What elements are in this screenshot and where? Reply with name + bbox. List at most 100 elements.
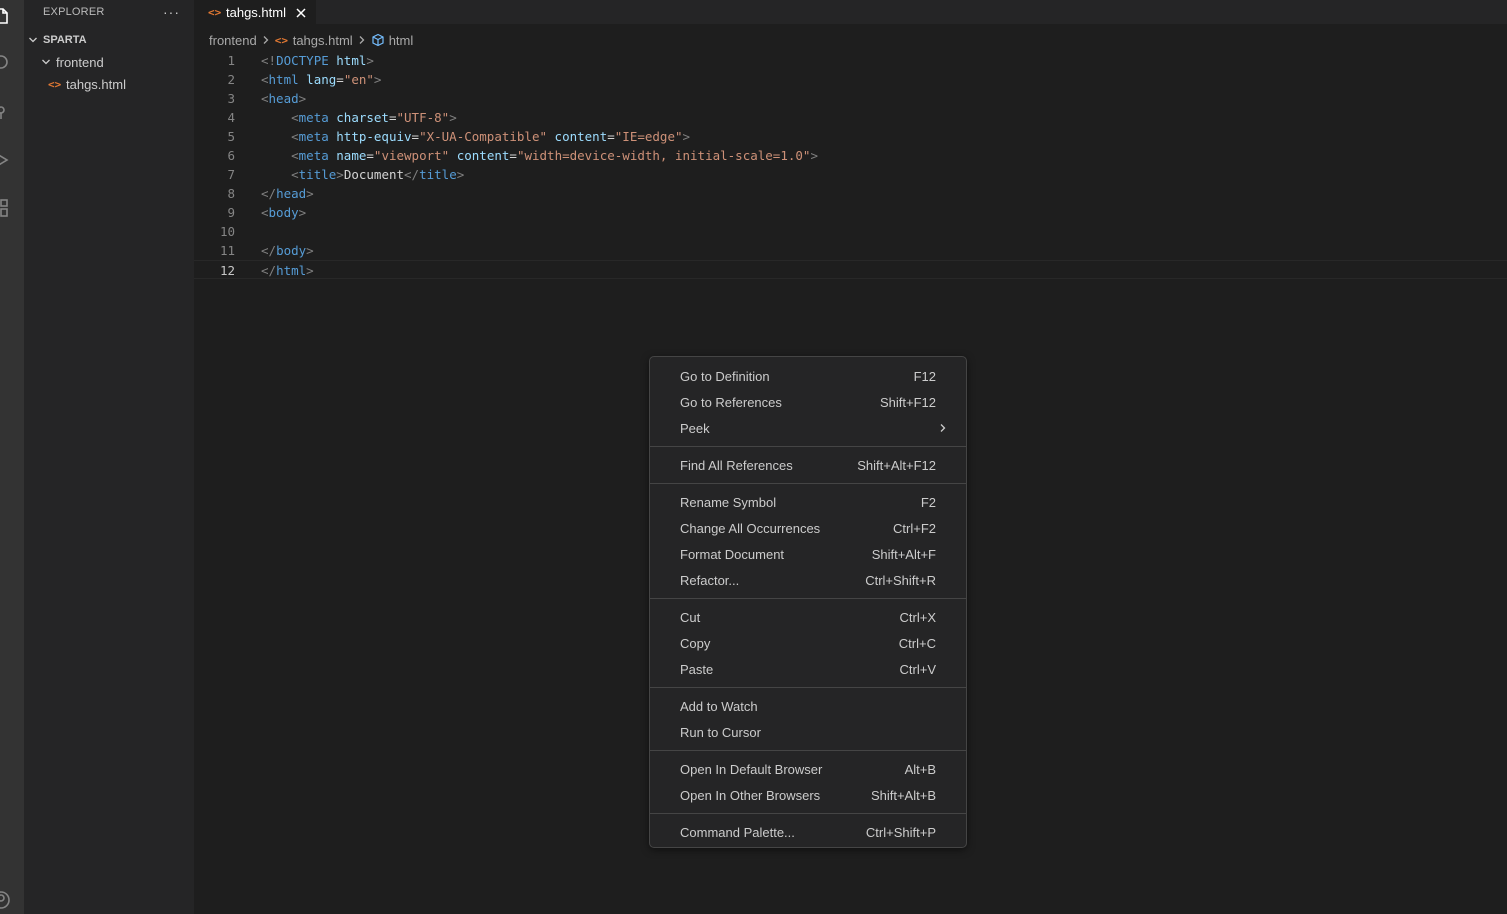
- code-line[interactable]: 3 <head>: [194, 89, 1507, 108]
- menu-item-add-to-watch[interactable]: Add to Watch: [650, 693, 966, 719]
- code-line[interactable]: 12 </html>: [194, 260, 1507, 279]
- workspace-section[interactable]: SPARTA: [24, 29, 194, 51]
- menu-item-label: Command Palette...: [680, 824, 795, 840]
- menu-item-label: Paste: [680, 661, 714, 677]
- code-line[interactable]: 9 <body>: [194, 203, 1507, 222]
- code-text: <meta charset="UTF-8">: [291, 110, 457, 125]
- line-number: 11: [219, 243, 235, 258]
- line-number: 5: [227, 129, 235, 144]
- code-line[interactable]: 4 <meta charset="UTF-8">: [194, 108, 1507, 127]
- code-line[interactable]: 7 <title>Document</title>: [194, 165, 1507, 184]
- code-text: </html>: [261, 263, 314, 278]
- menu-item-open-in-other-browsers[interactable]: Open In Other Browsers Shift+Alt+B: [650, 782, 966, 808]
- code-line[interactable]: 1 <!DOCTYPE html>: [194, 51, 1507, 70]
- menu-item-label: Change All Occurrences: [680, 520, 821, 536]
- code-line[interactable]: 6 <meta name="viewport" content="width=d…: [194, 146, 1507, 165]
- source-control-icon[interactable]: [0, 102, 11, 122]
- account-icon[interactable]: [0, 890, 11, 910]
- activity-bar: [0, 0, 24, 914]
- breadcrumb-file[interactable]: <> tahgs.html: [275, 33, 353, 48]
- run-debug-icon[interactable]: [0, 150, 11, 170]
- menu-item-open-in-default-browser[interactable]: Open In Default Browser Alt+B: [650, 756, 966, 782]
- menu-item-label: Open In Other Browsers: [680, 787, 821, 803]
- menu-item-label: Refactor...: [680, 572, 740, 588]
- code-text: </body>: [261, 243, 314, 258]
- file-label: tahgs.html: [66, 76, 126, 92]
- line-number: 9: [227, 205, 235, 220]
- more-actions-button[interactable]: ···: [163, 5, 180, 19]
- tab-bar: <> tahgs.html: [194, 0, 1507, 24]
- menu-item-go-to-definition[interactable]: Go to Definition F12: [650, 363, 966, 389]
- breadcrumb-file-label: tahgs.html: [292, 32, 353, 48]
- chevron-down-icon: [28, 35, 38, 45]
- chevron-right-icon: [261, 35, 271, 45]
- code-line[interactable]: 5 <meta http-equiv="X-UA-Compatible" con…: [194, 127, 1507, 146]
- menu-item-format-document[interactable]: Format Document Shift+Alt+F: [650, 541, 966, 567]
- tree-folder-frontend[interactable]: frontend: [24, 51, 194, 73]
- code-line[interactable]: 8 </head>: [194, 184, 1507, 203]
- breadcrumb-folder[interactable]: frontend: [209, 33, 257, 48]
- menu-item-shortcut: Alt+B: [904, 761, 936, 777]
- code-editor[interactable]: 1 <!DOCTYPE html> 2 <html lang="en"> 3 <head>…: [194, 51, 1507, 279]
- line-number: 4: [227, 110, 235, 125]
- code-line[interactable]: 2 <html lang="en">: [194, 70, 1507, 89]
- html-file-icon: <>: [48, 77, 62, 91]
- close-icon[interactable]: [294, 6, 308, 20]
- search-icon[interactable]: [0, 52, 11, 72]
- menu-item-cut[interactable]: Cut Ctrl+X: [650, 604, 966, 630]
- tab-tahgs-html[interactable]: <> tahgs.html: [194, 0, 316, 24]
- html-file-icon: <>: [274, 33, 288, 47]
- menu-item-copy[interactable]: Copy Ctrl+C: [650, 630, 966, 656]
- menu-item-label: Rename Symbol: [680, 494, 777, 510]
- breadcrumb-symbol-label: html: [388, 32, 414, 48]
- menu-item-shortcut: Ctrl+F2: [893, 520, 936, 536]
- code-text: <title>Document</title>: [291, 167, 465, 182]
- menu-separator: [650, 446, 966, 447]
- symbol-field-icon: [371, 33, 385, 47]
- chevron-right-icon: [357, 35, 367, 45]
- line-number: 7: [227, 167, 235, 182]
- menu-item-shortcut: Ctrl+V: [899, 661, 936, 677]
- line-number: 12: [219, 263, 235, 278]
- explorer-icon[interactable]: [0, 6, 11, 26]
- menu-item-peek[interactable]: Peek: [650, 415, 966, 441]
- menu-item-rename-symbol[interactable]: Rename Symbol F2: [650, 489, 966, 515]
- menu-item-change-all-occurrences[interactable]: Change All Occurrences Ctrl+F2: [650, 515, 966, 541]
- menu-separator: [650, 750, 966, 751]
- menu-item-shortcut: Ctrl+X: [899, 609, 936, 625]
- sidebar-header: EXPLORER ···: [24, 0, 194, 24]
- menu-item-label: Copy: [680, 635, 711, 651]
- menu-item-label: Find All References: [680, 457, 793, 473]
- menu-separator: [650, 687, 966, 688]
- extensions-icon[interactable]: [0, 198, 11, 218]
- menu-item-command-palette[interactable]: Command Palette... Ctrl+Shift+P: [650, 819, 966, 845]
- menu-item-go-to-references[interactable]: Go to References Shift+F12: [650, 389, 966, 415]
- code-text: <body>: [261, 205, 307, 220]
- menu-item-shortcut: Shift+F12: [879, 394, 936, 410]
- menu-separator: [650, 483, 966, 484]
- menu-item-shortcut: Shift+Alt+F12: [857, 457, 936, 473]
- menu-item-shortcut: Shift+Alt+F: [871, 546, 936, 562]
- folder-label: frontend: [56, 54, 104, 70]
- menu-item-refactor[interactable]: Refactor... Ctrl+Shift+R: [650, 567, 966, 593]
- menu-item-shortcut: F2: [920, 494, 936, 510]
- tree-file-tahgs[interactable]: <> tahgs.html: [24, 73, 194, 95]
- menu-item-label: Cut: [680, 609, 701, 625]
- menu-item-find-all-references[interactable]: Find All References Shift+Alt+F12: [650, 452, 966, 478]
- code-text: <meta name="viewport" content="width=dev…: [291, 148, 818, 163]
- code-text: </head>: [261, 186, 314, 201]
- code-line[interactable]: 10: [194, 222, 1507, 241]
- line-number: 2: [227, 72, 235, 87]
- code-text: <head>: [261, 91, 307, 106]
- menu-item-shortcut: Ctrl+C: [898, 635, 936, 651]
- menu-item-label: Go to References: [680, 394, 782, 410]
- chevron-down-icon: [41, 57, 51, 67]
- context-menu: Go to Definition F12 Go to References Shift…: [649, 356, 967, 848]
- menu-item-shortcut: Shift+Alt+B: [870, 787, 936, 803]
- menu-item-run-to-cursor[interactable]: Run to Cursor: [650, 719, 966, 745]
- breadcrumb-symbol[interactable]: html: [371, 32, 414, 48]
- menu-item-paste[interactable]: Paste Ctrl+V: [650, 656, 966, 682]
- menu-item-label: Run to Cursor: [680, 724, 761, 740]
- menu-item-shortcut: F12: [913, 368, 936, 384]
- code-line[interactable]: 11 </body>: [194, 241, 1507, 260]
